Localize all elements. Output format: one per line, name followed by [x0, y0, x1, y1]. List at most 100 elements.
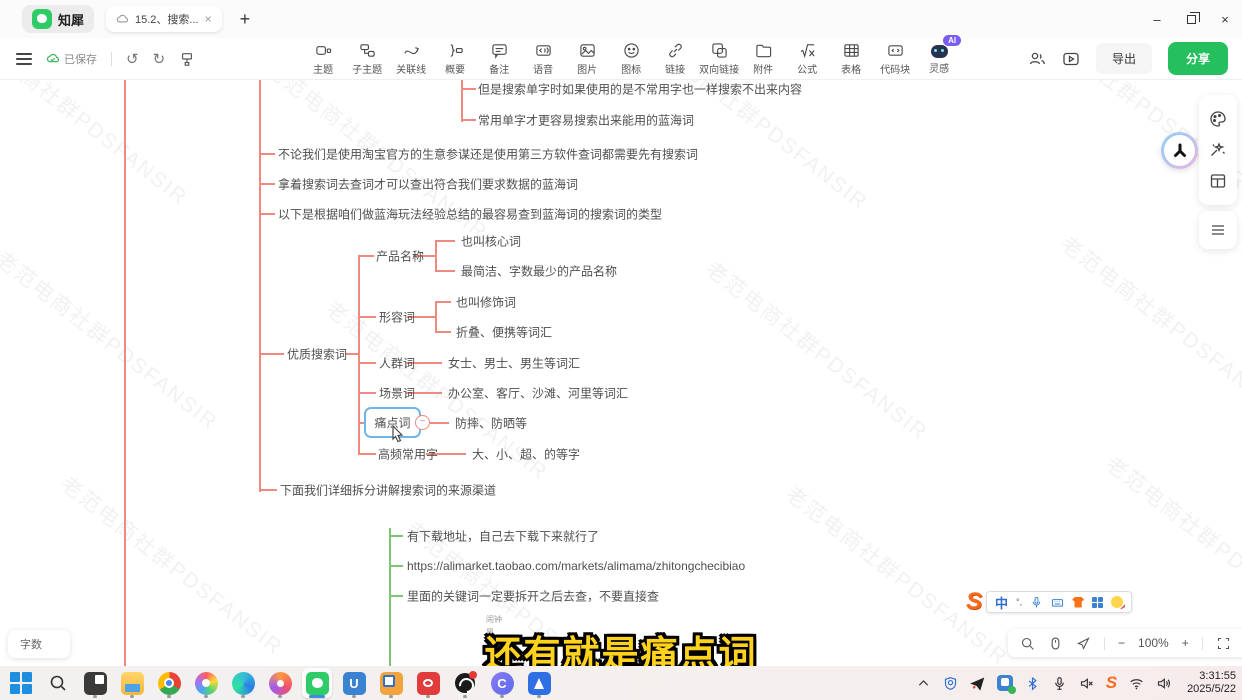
theme-button[interactable]: 主题 [307, 42, 339, 76]
restore-button[interactable] [1174, 0, 1208, 38]
security-shield-icon[interactable] [943, 676, 958, 691]
table-button[interactable]: 表格 [835, 42, 867, 76]
tab-close-icon[interactable]: × [205, 12, 212, 26]
mic-icon[interactable] [1030, 596, 1043, 609]
taskbar-app-zhixi-active[interactable] [304, 668, 330, 698]
note-button[interactable]: 备注 [483, 42, 515, 76]
menu-icon[interactable] [16, 53, 32, 65]
emoji-handwriting-icon[interactable] [1111, 596, 1123, 608]
mindmap-node[interactable]: 最简洁、字数最少的产品名称 [461, 263, 617, 280]
input-mode-chinese-icon[interactable]: 中 [995, 593, 1008, 612]
taskbar-app-obs[interactable] [452, 668, 478, 698]
taskbar-search-button[interactable] [45, 668, 71, 698]
mindmap-node[interactable]: 折叠、便携等词汇 [456, 324, 552, 341]
code-block-button[interactable]: 代码块 [879, 42, 911, 76]
relation-line-button[interactable]: 关联线 [395, 42, 427, 76]
subtopic-button[interactable]: 子主题 [351, 42, 383, 76]
taskbar-app-u[interactable]: U [341, 668, 367, 698]
windows-taskbar: U C S 3:31:55 2025/5/22 [0, 666, 1242, 700]
skin-icon[interactable] [1072, 597, 1084, 608]
mindmap-node[interactable]: 女士、男士、男生等词汇 [448, 355, 580, 372]
punctuation-icon[interactable]: °, [1016, 597, 1022, 607]
undo-icon[interactable]: ↺ [126, 50, 139, 68]
mindmap-node[interactable]: 办公室、客厅、沙滩、河里等词汇 [448, 385, 628, 402]
close-button[interactable]: × [1208, 0, 1242, 38]
mindmap-node[interactable]: 里面的关键词一定要拆开之后去查，不要直接查 [407, 588, 659, 605]
taskbar-app-file-explorer[interactable] [119, 668, 145, 698]
redo-icon[interactable]: ↻ [153, 50, 166, 68]
voice-button[interactable]: 语音 [527, 42, 559, 76]
mindmap-node[interactable]: 拿着搜索词去查词才可以查出符合我们要求数据的蓝海词 [278, 176, 578, 193]
attachment-button[interactable]: 附件 [747, 42, 779, 76]
new-tab-button[interactable]: + [240, 9, 251, 30]
mindmap-node[interactable]: 也叫核心词 [461, 233, 521, 250]
mindmap-node[interactable]: 有下载地址，自己去下载下来就行了 [407, 528, 599, 545]
start-button[interactable] [8, 668, 34, 698]
mindmap-node[interactable]: 不论我们是使用淘宝官方的生意参谋还是使用第三方软件查词都需要先有搜索词 [278, 146, 698, 163]
outline-list-icon[interactable] [1209, 221, 1227, 239]
collapse-toggle[interactable]: − [415, 415, 430, 430]
formula-button[interactable]: 公式 [791, 42, 823, 76]
mindmap-node[interactable]: 产品名称 [376, 248, 424, 265]
taskbar-app-360-browser[interactable] [193, 668, 219, 698]
sogou-logo-icon[interactable]: S [966, 588, 982, 616]
layout-structure-icon[interactable] [1209, 172, 1227, 190]
sticker-icon [623, 42, 640, 59]
branch-line [435, 301, 437, 333]
taskbar-app-colorful[interactable] [267, 668, 293, 698]
security-check-icon[interactable] [997, 675, 1013, 691]
image-button[interactable]: 图片 [571, 42, 603, 76]
sogou-tray-icon[interactable]: S [1106, 673, 1117, 693]
summary-button[interactable]: 概要 [439, 42, 471, 76]
volume-icon[interactable] [1156, 676, 1171, 691]
format-painter-icon[interactable] [179, 51, 195, 67]
taskbar-app-rocket[interactable] [526, 668, 552, 698]
mindmap-node[interactable]: 防摔、防晒等 [455, 415, 527, 432]
taskbar-app-chrome[interactable] [156, 668, 182, 698]
telegram-plane-icon[interactable] [970, 676, 985, 691]
taskbar-app-red-o[interactable] [415, 668, 441, 698]
mindmap-node[interactable]: 形容词 [379, 309, 415, 326]
keyboard-icon[interactable] [1051, 596, 1064, 609]
bidirectional-link-button[interactable]: 双向链接 [703, 42, 735, 76]
audio-device-muted-icon[interactable] [1079, 676, 1094, 691]
mindmap-node[interactable]: 高频常用字 [378, 446, 438, 463]
taskbar-clock[interactable]: 3:31:55 2025/5/22 [1187, 670, 1236, 696]
beautify-wand-icon[interactable] [1209, 141, 1227, 159]
collaborate-icon[interactable] [1028, 50, 1046, 68]
mindmap-canvas[interactable]: 老范电商社群PDSFANSIR 老范电商社群PDSFANSIR 老范电商社群PD… [0, 80, 1242, 666]
wifi-icon[interactable] [1129, 676, 1144, 691]
minimize-button[interactable]: – [1140, 0, 1174, 38]
zhixi-ai-assistant-button[interactable] [1161, 132, 1198, 169]
link-button[interactable]: 链接 [659, 42, 691, 76]
sogou-input-bar: S 中 °, [966, 588, 1132, 616]
mindmap-node[interactable]: 人群词 [379, 355, 415, 372]
sticker-button[interactable]: 图标 [615, 42, 647, 76]
microphone-icon[interactable] [1052, 676, 1067, 691]
toolbar: 已保存 ↺ ↻ 主题 子主题 关联线 概要 备注 语音 图片 图标 链接 双向链… [0, 38, 1242, 80]
palette-icon[interactable] [1209, 110, 1227, 128]
bluetooth-icon[interactable] [1025, 676, 1040, 691]
mindmap-node[interactable]: 常用单字才更容易搜索出来能用的蓝海词 [478, 112, 694, 129]
mindmap-node-quality[interactable]: 优质搜索词 [287, 346, 347, 363]
taskbar-app-remote[interactable] [378, 668, 404, 698]
toolbox-icon[interactable] [1092, 597, 1103, 608]
search-icon [49, 674, 67, 692]
taskbar-app-edge[interactable] [230, 668, 256, 698]
mindmap-node[interactable]: 以下是根据咱们做蓝海玩法经验总结的最容易查到蓝海词的搜索词的类型 [278, 206, 662, 223]
export-button[interactable]: 导出 [1096, 43, 1152, 74]
taskbar-app-photos[interactable] [82, 668, 108, 698]
mindmap-node[interactable]: 也叫修饰词 [456, 294, 516, 311]
mindmap-node[interactable]: 大、小、超、的等字 [472, 446, 580, 463]
mindmap-node[interactable]: 场景词 [379, 385, 415, 402]
mindmap-node[interactable]: 下面我们详细拆分讲解搜索词的来源渠道 [280, 482, 496, 499]
document-tab[interactable]: 15.2、搜索... × [106, 6, 222, 32]
taskbar-app-purple-c[interactable]: C [489, 668, 515, 698]
video-tutorial-icon[interactable] [1062, 50, 1080, 68]
mindmap-node[interactable]: 但是搜索单字时如果使用的是不常用字也一样搜索不出来内容 [478, 81, 802, 98]
inspiration-button[interactable]: AI灵感 [923, 42, 955, 75]
app-logo-pill[interactable]: 知犀 [22, 5, 94, 33]
mindmap-node[interactable]: https://alimarket.taobao.com/markets/ali… [407, 559, 745, 573]
tray-expand-chevron-icon[interactable] [916, 676, 931, 691]
share-button[interactable]: 分享 [1168, 42, 1228, 75]
